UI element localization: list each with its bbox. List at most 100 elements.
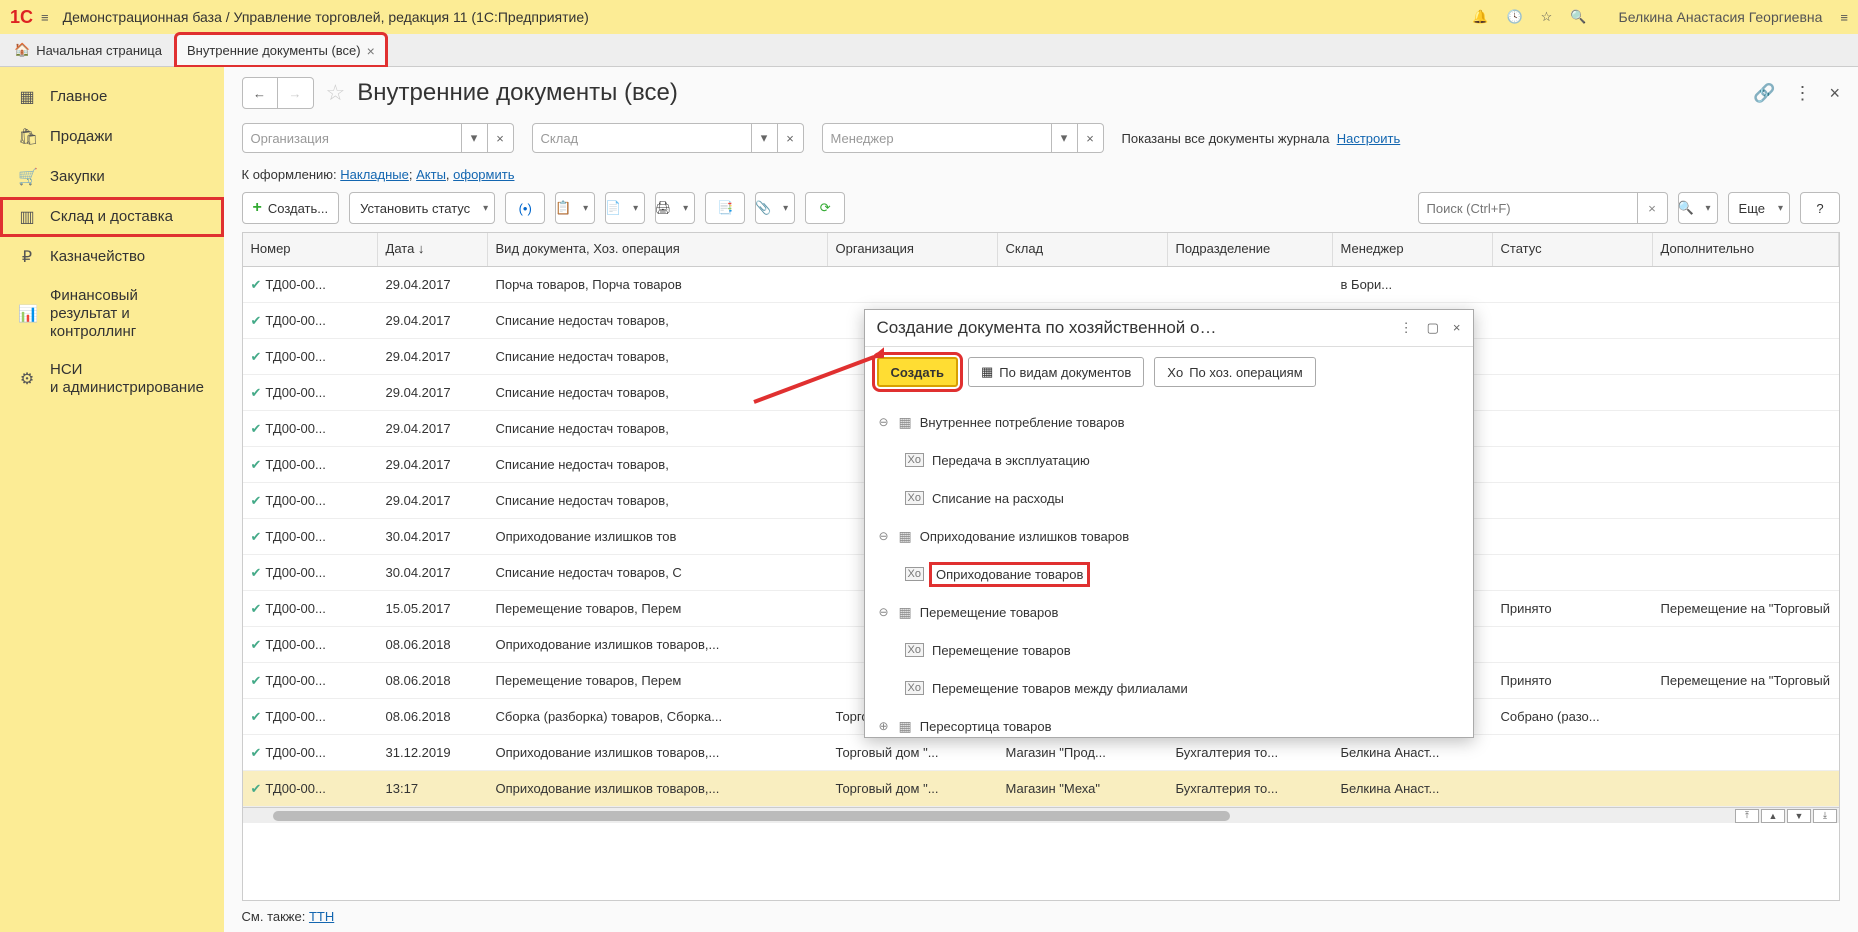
search-box[interactable]: × — [1418, 192, 1668, 224]
based-on-button[interactable]: 📄 — [605, 192, 645, 224]
column-header[interactable]: Менеджер — [1333, 233, 1493, 266]
history-icon[interactable]: 🕓 — [1506, 9, 1522, 25]
dropdown-icon[interactable]: ▾ — [752, 123, 778, 153]
attach-button[interactable]: 📎 — [755, 192, 795, 224]
tab-home[interactable]: 🏠 Начальная страница — [0, 34, 176, 66]
more-button[interactable]: Еще — [1728, 192, 1790, 224]
column-header[interactable]: Вид документа, Хоз. операция — [488, 233, 828, 266]
popup-byop-button[interactable]: XoПо хоз. операциям — [1154, 357, 1315, 387]
toggle-icon[interactable]: ⊖ — [877, 415, 891, 429]
nav-up-button[interactable]: ▲ — [1761, 809, 1785, 823]
sidebar-item[interactable]: 📊Финансовыйрезультат и контроллинг — [0, 277, 224, 351]
sidebar-icon: ₽ — [18, 247, 36, 267]
tree-leaf[interactable]: XoСписание на расходы — [877, 479, 1461, 517]
favorite-star-icon[interactable]: ☆ — [326, 80, 346, 106]
filter-manager-input[interactable]: Менеджер — [822, 123, 1052, 153]
search-run-button[interactable]: 🔍 — [1678, 192, 1718, 224]
filter-warehouse-input[interactable]: Склад — [532, 123, 752, 153]
toggle-icon[interactable]: ⊖ — [877, 605, 891, 619]
set-status-button[interactable]: Установить статус — [349, 192, 495, 224]
nav-back-button[interactable]: ← — [242, 77, 278, 109]
star-icon[interactable]: ☆ — [1541, 9, 1553, 25]
column-header[interactable]: Статус — [1493, 233, 1653, 266]
clear-icon[interactable]: × — [488, 123, 514, 153]
sidebar-item[interactable]: 🛒Закупки — [0, 157, 224, 197]
search-clear-button[interactable]: × — [1638, 192, 1668, 224]
clear-icon[interactable]: × — [778, 123, 804, 153]
app-title: Демонстрационная база / Управление торго… — [63, 9, 1473, 25]
tree-leaf[interactable]: XoПередача в эксплуатацию — [877, 441, 1461, 479]
footer-ttn-link[interactable]: ТТН — [309, 909, 334, 924]
filter-organization[interactable]: Организация ▾ × — [242, 123, 514, 153]
column-header[interactable]: Номер — [243, 233, 378, 266]
sidebar-item[interactable]: ▥Склад и доставка — [0, 197, 224, 237]
column-header[interactable]: Дополнительно — [1653, 233, 1839, 266]
nav-bottom-button[interactable]: ⤓ — [1813, 809, 1837, 823]
clear-icon[interactable]: × — [1078, 123, 1104, 153]
popup-maximize-icon[interactable]: ▢ — [1427, 320, 1439, 336]
search-icon[interactable]: 🔍 — [1570, 9, 1586, 25]
report-button[interactable]: 📑 — [705, 192, 745, 224]
dropdown-icon[interactable]: ▾ — [1052, 123, 1078, 153]
doc-icon: ✔ — [251, 565, 262, 580]
link-icon[interactable]: 🔗 — [1753, 83, 1775, 104]
bell-icon[interactable]: 🔔 — [1472, 9, 1488, 25]
tree-label: Перемещение товаров между филиалами — [932, 681, 1188, 696]
sidebar-item[interactable]: ₽Казначейство — [0, 237, 224, 277]
tree-group[interactable]: ⊖▦Внутреннее потребление товаров — [877, 403, 1461, 441]
print-button[interactable]: 🖨 — [655, 192, 695, 224]
create-button[interactable]: +Создать... — [242, 192, 340, 224]
column-header[interactable]: Дата ↓ — [378, 233, 488, 266]
filter-setup-link[interactable]: Настроить — [1337, 131, 1401, 146]
sidebar-icon: ⚙ — [18, 369, 36, 389]
popup-title: Создание документа по хозяйственной о… — [877, 318, 1400, 338]
help-button[interactable]: ? — [1800, 192, 1840, 224]
system-menu-icon[interactable]: ≡ — [1840, 10, 1848, 25]
table-row[interactable]: ✔ТД00-00...29.04.2017Порча товаров, Порч… — [243, 267, 1839, 303]
copy-split-button[interactable]: 📋 — [555, 192, 595, 224]
refresh-button[interactable]: ⟳ — [805, 192, 845, 224]
toggle-icon[interactable]: ⊖ — [877, 529, 891, 543]
filter-organization-input[interactable]: Организация — [242, 123, 462, 153]
tree-leaf[interactable]: XoПеремещение товаров — [877, 631, 1461, 669]
dt-button[interactable]: (•) — [505, 192, 545, 224]
link-oformit[interactable]: оформить — [453, 167, 514, 182]
tab-close-icon[interactable]: × — [367, 43, 375, 59]
filter-warehouse[interactable]: Склад ▾ × — [532, 123, 804, 153]
dropdown-icon[interactable]: ▾ — [462, 123, 488, 153]
popup-create-button[interactable]: Создать — [877, 357, 958, 387]
column-header[interactable]: Подразделение — [1168, 233, 1333, 266]
link-akty[interactable]: Акты — [416, 167, 446, 182]
tree-leaf[interactable]: XoОприходование товаров — [877, 555, 1461, 593]
user-name[interactable]: Белкина Анастасия Георгиевна — [1619, 9, 1823, 25]
tree-group[interactable]: ⊖▦Перемещение товаров — [877, 593, 1461, 631]
filter-info: Показаны все документы журнала Настроить — [1122, 131, 1401, 146]
tree-group[interactable]: ⊕▦Пересортица товаров — [877, 707, 1461, 737]
popup-close-icon[interactable]: × — [1453, 320, 1461, 336]
hamburger-icon[interactable]: ≡ — [41, 10, 49, 25]
table-row[interactable]: ✔ТД00-00...13:17Оприходование излишков т… — [243, 771, 1839, 807]
nav-down-button[interactable]: ▼ — [1787, 809, 1811, 823]
sidebar-icon: 🛍 — [18, 127, 36, 147]
tab-active[interactable]: Внутренние документы (все) × — [176, 34, 386, 66]
nav-top-button[interactable]: ⤒ — [1735, 809, 1759, 823]
column-header[interactable]: Организация — [828, 233, 998, 266]
popup-menu-icon[interactable]: ⋮ — [1400, 320, 1413, 336]
filter-manager[interactable]: Менеджер ▾ × — [822, 123, 1104, 153]
tree-leaf[interactable]: XoПеремещение товаров между филиалами — [877, 669, 1461, 707]
link-nakladnye[interactable]: Накладные — [340, 167, 409, 182]
sidebar-item[interactable]: 🛍Продажи — [0, 117, 224, 157]
sidebar-item[interactable]: ▦Главное — [0, 77, 224, 117]
horizontal-scrollbar[interactable]: ⤒ ▲ ▼ ⤓ — [243, 807, 1839, 823]
column-header[interactable]: Склад — [998, 233, 1168, 266]
search-input[interactable] — [1418, 192, 1638, 224]
close-page-icon[interactable]: × — [1829, 83, 1840, 104]
sidebar-item[interactable]: ⚙НСИи администрирование — [0, 351, 224, 407]
toggle-icon[interactable]: ⊕ — [877, 719, 891, 733]
tree-group[interactable]: ⊖▦Оприходование излишков товаров — [877, 517, 1461, 555]
table-row[interactable]: ✔ТД00-00...31.12.2019Оприходование излиш… — [243, 735, 1839, 771]
more-icon[interactable]: ⋮ — [1793, 83, 1811, 104]
doc-icon: ✔ — [251, 709, 262, 724]
popup-bydoc-button[interactable]: ▦По видам документов — [968, 357, 1144, 387]
nav-forward-button[interactable]: → — [278, 77, 314, 109]
